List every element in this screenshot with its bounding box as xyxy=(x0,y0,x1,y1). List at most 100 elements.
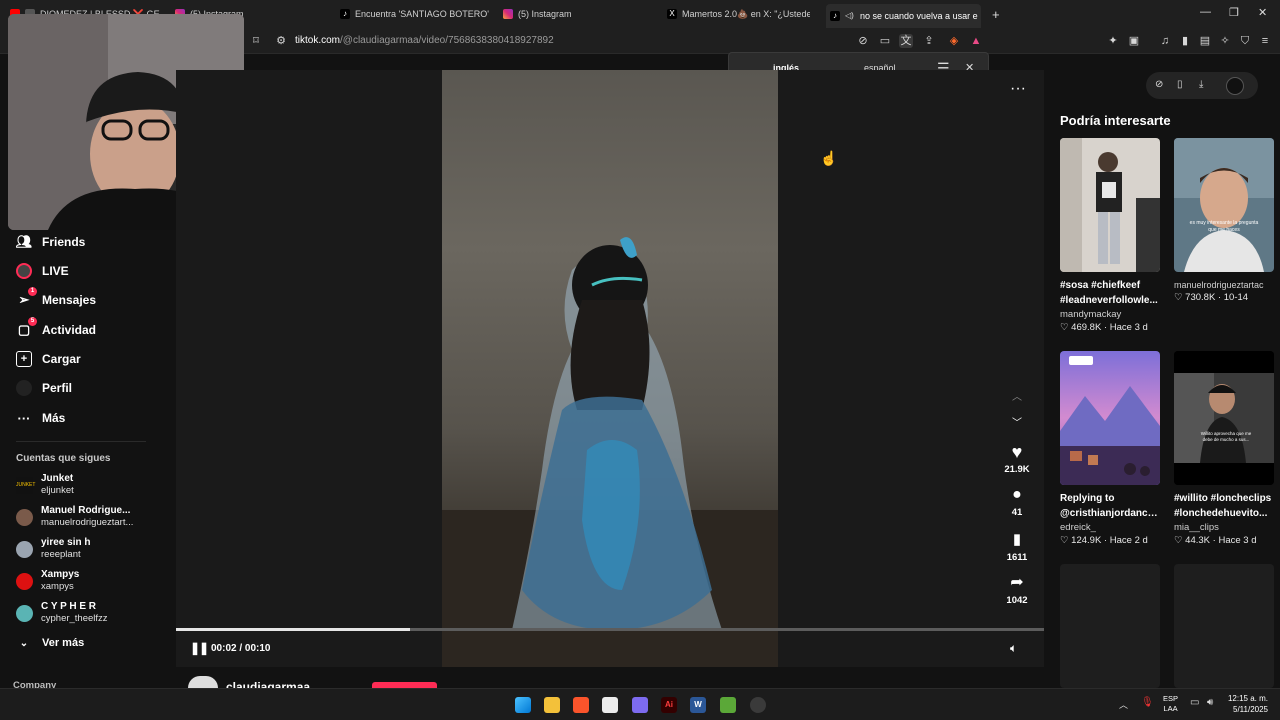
creator-avatar[interactable] xyxy=(188,676,218,688)
microphone-icon[interactable]: 🎙︎ xyxy=(1141,697,1154,708)
leo-ai-icon[interactable]: ✧ xyxy=(1218,34,1232,48)
brave-rewards-icon[interactable]: ▲ xyxy=(969,34,983,48)
url-field[interactable]: tiktok.com/@claudiagarmaa/video/75686383… xyxy=(295,35,554,46)
video-frame[interactable] xyxy=(442,70,778,667)
share-icon[interactable]: ⇪ xyxy=(922,34,936,48)
next-video-icon[interactable]: ﹀ xyxy=(1012,414,1022,429)
window-close-icon[interactable]: ✕ xyxy=(1258,6,1267,19)
start-icon[interactable] xyxy=(515,697,531,713)
recommended-video-placeholder[interactable] xyxy=(1174,564,1274,688)
sidebar-item-more[interactable]: ··· Más xyxy=(16,408,66,428)
following-account[interactable]: JUNKET Junket eljunket xyxy=(16,473,74,497)
recommended-video[interactable]: es muy interesante la pregunta que me ha… xyxy=(1174,138,1274,303)
thumbnail-caption: es muy interesante la pregunta que me ha… xyxy=(1189,220,1259,233)
recommended-video[interactable]: #sosa #chiefkeef #leadneverfollowle... m… xyxy=(1060,138,1160,333)
chevron-up-icon[interactable]: ︿ xyxy=(1119,698,1128,711)
vpn-icon[interactable]: ⛉ xyxy=(1238,34,1252,48)
user-avatar[interactable] xyxy=(1226,77,1244,95)
site-settings-icon[interactable]: ⚙ xyxy=(274,34,288,48)
x-icon: X xyxy=(667,9,677,19)
pause-icon[interactable]: ❚❚ xyxy=(190,641,209,655)
following-account[interactable]: C Y P H E Rcypher_theelfzz xyxy=(16,601,108,625)
system-clock[interactable]: 12:15 a. m. 5/11/2025 xyxy=(1228,693,1268,715)
network-icon[interactable]: ▭ xyxy=(1190,697,1199,708)
previous-video-icon[interactable]: ︿ xyxy=(1012,388,1022,403)
messages-icon: ➢ 1 xyxy=(16,287,37,308)
sidebar-item-activity[interactable]: ▢ 5 Actividad xyxy=(16,317,96,340)
sidebar-item-messages[interactable]: ➢ 1 Mensajes xyxy=(16,287,96,310)
download-icon[interactable]: ⤓ xyxy=(1199,79,1203,90)
speed-icon[interactable]: ⊘ xyxy=(1155,79,1163,90)
video-stats: ♡ 124.9K · Hace 2 d xyxy=(1060,535,1148,546)
minecraft-icon[interactable] xyxy=(720,697,736,713)
video-stats: ♡ 44.3K · Hace 3 d xyxy=(1174,535,1257,546)
sidebar-icon[interactable]: ▮ xyxy=(1178,34,1192,48)
video-caption: Replying to @cristhianjordanch... xyxy=(1060,493,1160,519)
tab-active[interactable]: ♪ ◁) no se cuando vuelva a usar e ✕ xyxy=(826,4,981,28)
following-account[interactable]: Xampys xampys xyxy=(16,569,79,593)
tab-5[interactable]: X Mamertos 2.0💩 en X: "¿Ustedes se xyxy=(667,4,810,24)
word-icon[interactable]: W xyxy=(690,697,706,713)
store-icon[interactable] xyxy=(602,697,618,713)
menu-icon[interactable]: ≡ xyxy=(1258,34,1272,48)
bookmark-icon[interactable]: ⌑ xyxy=(249,34,263,48)
messages-badge: 1 xyxy=(28,287,37,296)
maximize-icon[interactable]: ❐ xyxy=(1229,6,1239,19)
volume-icon[interactable]: 🔈︎ xyxy=(1010,641,1017,656)
brave-browser-icon[interactable] xyxy=(573,697,589,713)
recommended-video-placeholder[interactable] xyxy=(1060,564,1160,688)
recommended-video[interactable]: Replying to @cristhianjordanch... edreic… xyxy=(1060,351,1160,546)
video-author: mandymackay xyxy=(1060,309,1122,320)
tab-label: no se cuando vuelva a usar e xyxy=(860,11,978,21)
following-title: Cuentas que sigues xyxy=(16,453,111,464)
translate-icon[interactable]: 文 xyxy=(899,34,913,48)
music-icon[interactable]: ♫ xyxy=(1158,34,1172,48)
video-progress-bar[interactable] xyxy=(176,628,1044,631)
tab-4[interactable]: (5) Instagram xyxy=(503,4,653,24)
following-account[interactable]: Manuel Rodrigue... manuelrodrigueztart... xyxy=(16,505,133,529)
sidebar-item-live[interactable]: LIVE xyxy=(16,261,69,281)
more-options-icon[interactable]: ··· xyxy=(1010,80,1026,98)
wallet-icon[interactable]: ▤ xyxy=(1198,34,1212,48)
device-icon[interactable]: ▯ xyxy=(1177,79,1183,90)
sidebar-item-upload[interactable]: + Cargar xyxy=(16,349,81,369)
language-indicator[interactable]: ESP LAA xyxy=(1163,694,1178,714)
account-name: yiree sin h xyxy=(41,537,91,548)
like-button[interactable]: ♥ 21.9K xyxy=(1000,442,1034,475)
chevron-down-icon: ⌄ xyxy=(19,637,29,649)
following-account[interactable]: yiree sin h reeeplant xyxy=(16,537,90,561)
cast-icon[interactable]: ▭ xyxy=(878,34,892,48)
minimize-icon[interactable]: — xyxy=(1200,6,1211,18)
volume-icon[interactable]: 🔊︎ xyxy=(1207,697,1213,708)
no-tracking-icon[interactable]: ⊘ xyxy=(856,34,870,48)
steam-icon[interactable] xyxy=(750,697,766,713)
recommended-video[interactable]: Willito aprovecha que me debe de mucho a… xyxy=(1174,351,1274,546)
comment-button[interactable]: ● 41 xyxy=(1000,485,1034,518)
save-button[interactable]: ▮ 1611 xyxy=(1000,530,1034,563)
tab-3[interactable]: ♪ Encuentra 'SANTIAGO BOTERO' en Ti xyxy=(340,4,490,24)
brave-shields-icon[interactable]: ◈ xyxy=(947,34,961,48)
illustrator-icon[interactable]: Ai xyxy=(661,697,677,713)
clock-date: 5/11/2025 xyxy=(1233,705,1268,714)
clock-time: 12:15 a. m. xyxy=(1227,694,1268,703)
creator-username[interactable]: claudiagarmaa xyxy=(226,680,310,688)
account-handle: eljunket xyxy=(41,485,74,496)
video-date: Hace 2 d xyxy=(1109,535,1148,546)
new-tab-button[interactable]: + xyxy=(992,4,1006,24)
comment-count: 41 xyxy=(1011,507,1023,518)
sidebar-item-profile[interactable]: Perfil xyxy=(16,378,72,398)
screenshot-icon[interactable]: ▣ xyxy=(1127,34,1141,48)
account-name: Junket xyxy=(41,473,74,484)
video-likes: 44.3K xyxy=(1185,535,1210,546)
url-host: tiktok.com xyxy=(295,35,341,46)
share-button[interactable]: ➦ 1042 xyxy=(1000,573,1034,606)
heart-outline-icon: ♡ xyxy=(1060,322,1069,333)
see-more-button[interactable]: ⌄ Ver más xyxy=(16,633,84,653)
sidebar-item-friends[interactable]: 👥︎ Friends xyxy=(16,232,86,252)
bookmark-icon: ▮ xyxy=(1012,531,1022,548)
file-explorer-icon[interactable] xyxy=(544,697,560,713)
game-icon[interactable] xyxy=(632,697,648,713)
extensions-icon[interactable]: ✦ xyxy=(1106,34,1120,48)
more-icon: ··· xyxy=(17,410,31,426)
account-handle: xampys xyxy=(41,581,74,592)
